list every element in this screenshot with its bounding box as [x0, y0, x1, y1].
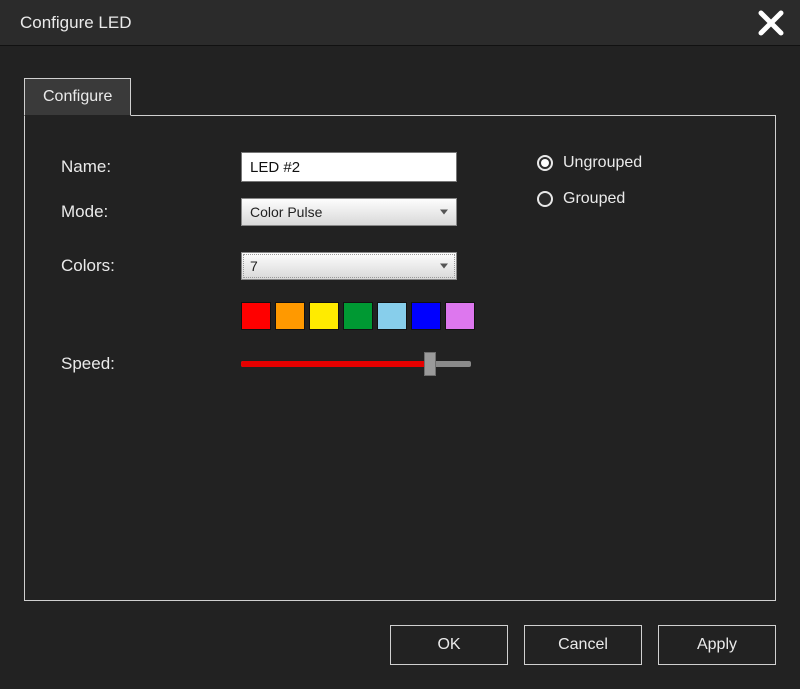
button-bar: OK Cancel Apply — [390, 625, 776, 665]
color-swatch-2[interactable] — [275, 302, 305, 330]
radio-label: Grouped — [563, 190, 625, 208]
speed-slider[interactable] — [241, 352, 471, 376]
button-label: Apply — [697, 636, 737, 654]
button-label: OK — [437, 636, 460, 654]
color-swatches — [241, 302, 739, 330]
close-icon — [757, 9, 785, 37]
content-area: Configure Name: Mode: Color — [0, 46, 800, 689]
left-fields: Name: Mode: Color Pulse — [61, 152, 457, 296]
apply-button[interactable]: Apply — [658, 625, 776, 665]
chevron-down-icon — [440, 264, 448, 269]
color-swatch-5[interactable] — [377, 302, 407, 330]
mode-select[interactable]: Color Pulse — [241, 198, 457, 226]
color-swatch-4[interactable] — [343, 302, 373, 330]
name-input[interactable] — [241, 152, 457, 182]
colors-label: Colors: — [61, 256, 241, 276]
color-swatch-1[interactable] — [241, 302, 271, 330]
color-swatch-7[interactable] — [445, 302, 475, 330]
name-label: Name: — [61, 157, 241, 177]
radio-label: Ungrouped — [563, 154, 642, 172]
chevron-down-icon — [440, 210, 448, 215]
color-swatch-3[interactable] — [309, 302, 339, 330]
cancel-button[interactable]: Cancel — [524, 625, 642, 665]
speed-label: Speed: — [61, 354, 241, 374]
radio-icon — [537, 155, 553, 171]
titlebar: Configure LED — [0, 0, 800, 46]
mode-label: Mode: — [61, 202, 241, 222]
radio-grouped[interactable]: Grouped — [537, 190, 642, 208]
close-button[interactable] — [754, 6, 788, 40]
grouping-radios: Ungrouped Grouped — [537, 152, 642, 296]
button-label: Cancel — [558, 636, 608, 654]
slider-thumb[interactable] — [424, 352, 436, 376]
color-swatch-6[interactable] — [411, 302, 441, 330]
radio-icon — [537, 191, 553, 207]
mode-select-value: Color Pulse — [250, 204, 322, 220]
ok-button[interactable]: OK — [390, 625, 508, 665]
tab-panel: Name: Mode: Color Pulse — [24, 115, 776, 601]
colors-select-value: 7 — [250, 258, 258, 274]
tab-label: Configure — [43, 88, 112, 106]
window-title: Configure LED — [20, 13, 132, 33]
configure-led-window: Configure LED Configure Name: — [0, 0, 800, 689]
radio-ungrouped[interactable]: Ungrouped — [537, 154, 642, 172]
tab-configure[interactable]: Configure — [24, 78, 131, 116]
colors-select[interactable]: 7 — [241, 252, 457, 280]
slider-fill — [241, 361, 430, 367]
